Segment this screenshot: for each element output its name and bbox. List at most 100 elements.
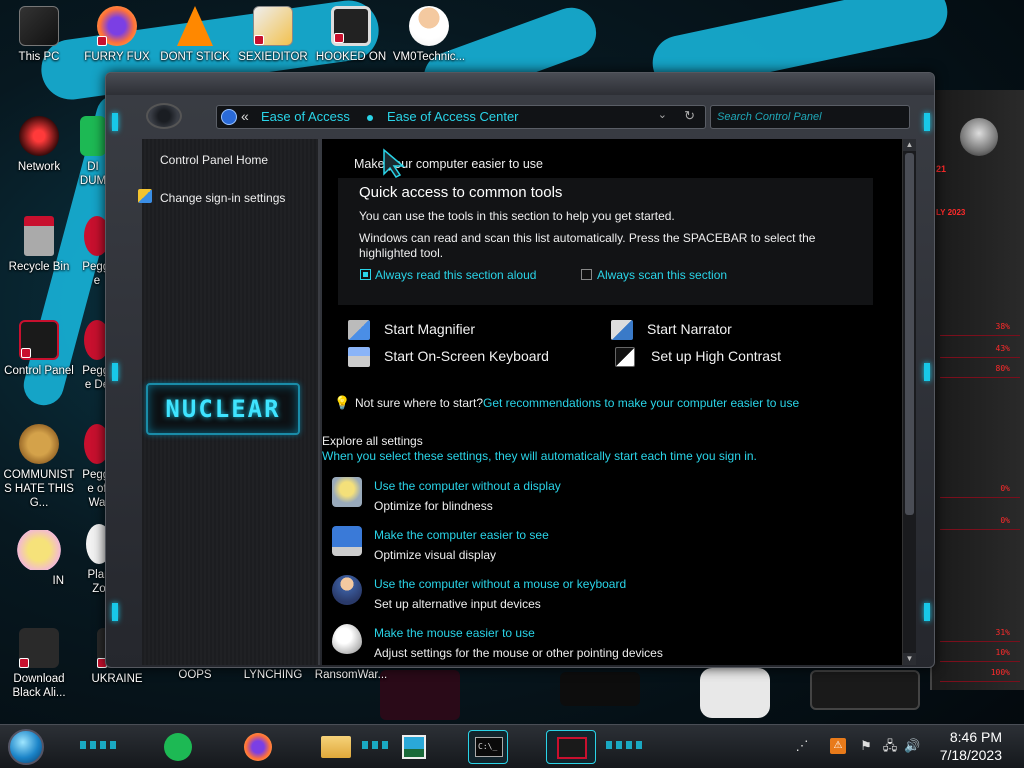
desktop-icon-download[interactable]: Download Black Ali... <box>0 628 78 700</box>
scroll-down-button[interactable]: ▼ <box>903 653 916 665</box>
setting-link[interactable]: Use the computer without a display <box>374 479 561 493</box>
scan-section-checkbox[interactable] <box>581 269 592 280</box>
explore-subtitle: When you select these settings, they wil… <box>322 449 757 463</box>
control-panel-icon <box>221 109 237 125</box>
desktop-icon-this-pc[interactable]: This PC <box>0 6 78 64</box>
tray-overflow-icon[interactable]: ⋰ <box>794 738 810 754</box>
desktop-icon-ransomware[interactable]: RansomWar... <box>312 668 390 682</box>
breadcrumb-ease-of-access[interactable]: Ease of Access <box>261 109 350 124</box>
technician-icon <box>409 6 449 46</box>
window-titlebar[interactable] <box>106 73 934 95</box>
shortcut-arrow-icon <box>334 33 344 43</box>
refresh-button[interactable]: ↻ <box>684 108 695 124</box>
desktop-icon-label: Download Black Ali... <box>12 673 66 699</box>
address-bar[interactable]: « Ease of Access Ease of Access Center ⌄… <box>216 105 706 129</box>
setting-description: Adjust settings for the mouse or other p… <box>374 646 663 660</box>
back-forward-button[interactable] <box>146 103 182 129</box>
breadcrumb-separator[interactable] <box>367 115 373 121</box>
gadget-value: 80% <box>995 364 1010 373</box>
network-icon <box>19 116 59 156</box>
desktop-icon-sexieditor[interactable]: SEXIEDITOR <box>234 6 312 64</box>
desktop-icon-hooked-on[interactable]: HOOKED ON <box>312 6 390 64</box>
taskbar-decor-light <box>362 741 392 749</box>
display-off-icon <box>332 477 362 507</box>
setup-high-contrast-label: Set up High Contrast <box>651 348 781 364</box>
setting-description: Set up alternative input devices <box>374 597 541 611</box>
setup-high-contrast-tool[interactable]: Set up High Contrast <box>615 347 855 369</box>
explore-title: Explore all settings <box>322 434 423 448</box>
frame-light <box>924 603 930 621</box>
desktop-icon-label: DONT STICK <box>160 51 230 63</box>
start-narrator-tool[interactable]: Start Narrator <box>611 320 851 342</box>
read-aloud-label[interactable]: Always read this section aloud <box>375 268 536 282</box>
start-magnifier-label: Start Magnifier <box>384 321 476 337</box>
vertical-scrollbar[interactable]: ▲ ▼ <box>902 139 916 665</box>
taskbar-app-control-panel[interactable] <box>546 730 596 764</box>
taskbar-app-cmd[interactable]: C:\_ <box>468 730 508 764</box>
maze-game-icon <box>331 6 371 46</box>
control-panel-home-link[interactable]: Control Panel Home <box>160 153 268 167</box>
setting-description: Optimize for blindness <box>374 499 493 513</box>
taskbar-app-spotify[interactable] <box>158 730 198 764</box>
scroll-thumb[interactable] <box>905 153 914 515</box>
desktop-icon-lynching[interactable]: LYNCHING <box>234 668 312 682</box>
desktop-icon-di-dum[interactable]: DI DUM <box>78 116 108 188</box>
desktop-icon-in[interactable]: IN <box>0 530 78 588</box>
address-dropdown-button[interactable]: ⌄ <box>658 108 667 121</box>
desktop-icon-label: This PC <box>18 51 60 63</box>
network-icon[interactable]: 🖧 <box>882 738 898 754</box>
scroll-up-button[interactable]: ▲ <box>903 139 916 151</box>
photos-icon <box>402 735 426 759</box>
wallpaper-sneaker <box>700 668 770 718</box>
gadget-row: 100% <box>940 668 1020 682</box>
change-signin-settings-link[interactable]: Change sign-in settings <box>138 189 285 207</box>
gadget-value: 0% <box>1000 516 1010 525</box>
quick-access-scan-text: Windows can read and scan this list auto… <box>359 231 816 245</box>
setting-link[interactable]: Make the mouse easier to use <box>374 626 535 640</box>
taskbar-app-firefox[interactable] <box>238 730 278 764</box>
app-icon <box>80 116 106 156</box>
volume-icon[interactable]: 🔊 <box>904 738 920 754</box>
desktop-icon-network[interactable]: Network <box>0 116 78 174</box>
shortcut-arrow-icon <box>254 35 264 45</box>
desktop-icon-furry-fux[interactable]: FURRY FUX <box>78 6 156 64</box>
setting-link[interactable]: Make the computer easier to see <box>374 528 549 542</box>
magnifier-icon <box>348 320 370 340</box>
tray-app-icon[interactable]: ⚠ <box>830 738 846 754</box>
gadget-row: 0% <box>940 516 1020 530</box>
address-overflow-chevron[interactable]: « <box>241 108 249 124</box>
command-prompt-icon: C:\_ <box>475 737 503 757</box>
setting-item-without-display: Use the computer without a display Optim… <box>332 475 852 515</box>
desktop-icon-vm0technic[interactable]: VM0Technic... <box>390 6 468 64</box>
start-onscreen-keyboard-tool[interactable]: Start On-Screen Keyboard <box>348 347 608 369</box>
action-center-flag-icon[interactable]: ⚑ <box>858 738 874 754</box>
breadcrumb-ease-of-access-center[interactable]: Ease of Access Center <box>387 109 519 124</box>
clock-date[interactable]: 7/18/2023 <box>940 747 1002 763</box>
clock-time[interactable]: 8:46 PM <box>950 729 1002 745</box>
keyboard-icon <box>348 347 370 367</box>
desktop-icon-dont-stick[interactable]: DONT STICK <box>156 6 234 64</box>
desktop-icon-control-panel[interactable]: Control Panel <box>0 320 78 378</box>
setting-item-without-mouse-keyboard: Use the computer without a mouse or keyb… <box>332 573 852 613</box>
wallpaper-figure <box>380 670 460 720</box>
frame-light <box>112 363 118 381</box>
get-recommendations-link[interactable]: Get recommendations to make your compute… <box>483 396 799 410</box>
start-button[interactable] <box>8 729 44 765</box>
taskbar-decor-light <box>606 741 646 749</box>
taskbar-app-photos[interactable] <box>394 730 434 764</box>
taskbar-decor-light <box>80 741 120 749</box>
person-headset-icon <box>332 575 362 605</box>
search-input[interactable] <box>710 105 910 129</box>
desktop-icon-communists[interactable]: COMMUNISTS HATE THIS G... <box>0 424 78 510</box>
desktop-icon-oops[interactable]: OOPS <box>156 668 234 682</box>
gadget-value: 43% <box>995 344 1010 353</box>
read-aloud-checkbox[interactable] <box>360 269 371 280</box>
desktop-icon-label: Recycle Bin <box>8 261 70 273</box>
start-magnifier-tool[interactable]: Start Magnifier <box>348 320 608 342</box>
taskbar-app-file-explorer[interactable] <box>316 730 356 764</box>
scan-section-label[interactable]: Always scan this section <box>597 268 727 282</box>
setting-item-mouse-easier: Make the mouse easier to use Adjust sett… <box>332 622 892 662</box>
setting-link[interactable]: Use the computer without a mouse or keyb… <box>374 577 626 591</box>
monitor-icon <box>332 526 362 556</box>
desktop-icon-recycle-bin[interactable]: Recycle Bin <box>0 216 78 274</box>
